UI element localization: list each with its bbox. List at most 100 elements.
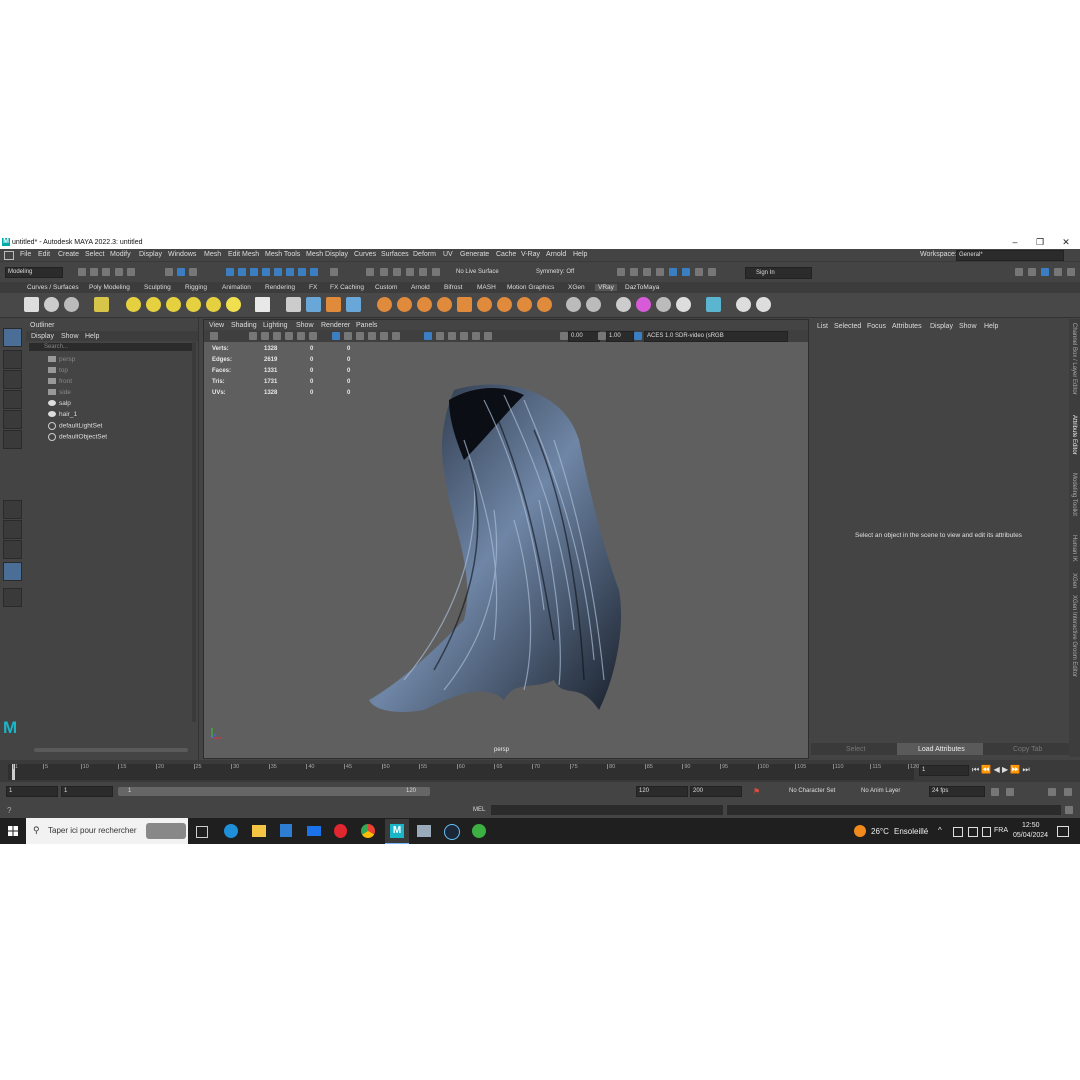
outliner-hscrollbar[interactable]: [34, 748, 188, 752]
app-icon[interactable]: [417, 825, 431, 837]
outliner-menu-display[interactable]: Display: [31, 333, 54, 340]
vray-material-icon[interactable]: [377, 297, 392, 312]
notification-icon[interactable]: [1057, 826, 1069, 837]
play-icon[interactable]: [695, 268, 703, 276]
menu-help[interactable]: Help: [573, 251, 587, 258]
menu-curves[interactable]: Curves: [354, 251, 376, 258]
menu-generate[interactable]: Generate: [460, 251, 489, 258]
clock-date[interactable]: 05/04/2024: [1013, 832, 1048, 839]
attr-menu-selected[interactable]: Selected: [834, 323, 861, 330]
magnet-icon[interactable]: [380, 268, 388, 276]
copy-tab-button[interactable]: Copy Tab: [983, 743, 1069, 755]
displacement-icon[interactable]: [477, 297, 492, 312]
film-gate-icon[interactable]: [297, 332, 305, 340]
render-icon[interactable]: [617, 268, 625, 276]
menu-deform[interactable]: Deform: [413, 251, 436, 258]
help-icon[interactable]: ?: [7, 806, 11, 815]
proxy-icon[interactable]: [286, 297, 301, 312]
anim-prefs-icon[interactable]: [1064, 788, 1072, 796]
outliner-item[interactable]: side: [48, 389, 71, 396]
steam-icon[interactable]: [444, 824, 460, 840]
refresh-icon[interactable]: [1048, 788, 1056, 796]
plant-icon[interactable]: [417, 297, 432, 312]
render-view-icon[interactable]: [682, 268, 690, 276]
menu-surfaces[interactable]: Surfaces: [381, 251, 409, 258]
side-tab-xgen-groom[interactable]: XGen Interactive Groom Editor: [1071, 595, 1077, 677]
settings-icon[interactable]: [1067, 268, 1075, 276]
layout-icon[interactable]: [1028, 268, 1036, 276]
workspace-dropdown[interactable]: General*: [956, 250, 1064, 261]
layout-icon[interactable]: [1015, 268, 1023, 276]
depth-of-field-icon[interactable]: [484, 332, 492, 340]
attr-menu-list[interactable]: List: [817, 323, 828, 330]
xray-icon[interactable]: [436, 332, 444, 340]
view-transform-dropdown[interactable]: ACES 1.0 SDR-video (sRGB: [644, 331, 788, 342]
outliner-menu-show[interactable]: Show: [61, 333, 79, 340]
tab-bifrost[interactable]: Bifrost: [444, 284, 462, 291]
lock-icon[interactable]: [330, 268, 338, 276]
ies-light-icon[interactable]: [206, 297, 221, 312]
fps-dropdown[interactable]: 24 fps: [929, 786, 985, 797]
tab-mash[interactable]: MASH: [477, 284, 496, 291]
lights-icon[interactable]: [380, 332, 388, 340]
maya-taskbar-button[interactable]: M: [385, 819, 409, 844]
file-explorer-icon[interactable]: [252, 825, 266, 837]
tab-fx-caching[interactable]: FX Caching: [330, 284, 364, 291]
plane-icon[interactable]: [255, 297, 270, 312]
shadows-icon[interactable]: [392, 332, 400, 340]
outliner-item[interactable]: defaultLightSet: [48, 422, 102, 430]
playback-controls[interactable]: ⏮ ⏪ ◀ ▶ ⏩ ⏭: [972, 765, 1030, 775]
taskbar-search-box[interactable]: ⚲ Taper ici pour rechercher: [26, 818, 188, 844]
lasso-tool-icon[interactable]: [3, 350, 22, 369]
load-attributes-button[interactable]: Load Attributes: [897, 743, 983, 755]
layout-icon[interactable]: [1041, 268, 1049, 276]
material-icon[interactable]: [586, 297, 601, 312]
transfer-icon[interactable]: [706, 297, 721, 312]
viewport-panel[interactable]: View Shading Lighting Show Renderer Pane…: [203, 319, 809, 759]
hair-mesh[interactable]: [364, 380, 634, 720]
tab-curves-surfaces[interactable]: Curves / Surfaces: [27, 284, 79, 291]
side-by-side-icon[interactable]: [3, 540, 22, 559]
chrome-icon[interactable]: [361, 824, 375, 838]
volume-icon[interactable]: [982, 827, 991, 837]
magnet-icon[interactable]: [432, 268, 440, 276]
select-tool-icon[interactable]: [3, 328, 22, 347]
wireframe-icon[interactable]: [332, 332, 340, 340]
tab-vray[interactable]: VRay: [595, 284, 617, 291]
outliner-item[interactable]: top: [48, 367, 68, 374]
viewport-menu-lighting[interactable]: Lighting: [263, 322, 288, 329]
command-input[interactable]: [491, 805, 723, 815]
restore-button[interactable]: ❐: [1029, 236, 1051, 249]
menu-modify[interactable]: Modify: [110, 251, 131, 258]
auto-key-icon[interactable]: ⚑: [753, 787, 760, 796]
render-icon[interactable]: [643, 268, 651, 276]
material-icon[interactable]: [566, 297, 581, 312]
ipr-icon[interactable]: [669, 268, 677, 276]
menu-file[interactable]: File: [20, 251, 31, 258]
bake-icon[interactable]: [616, 297, 631, 312]
weather-sun-icon[interactable]: [854, 825, 866, 837]
tab-fx[interactable]: FX: [309, 284, 317, 291]
viewport-menu-view[interactable]: View: [209, 322, 224, 329]
undo-icon[interactable]: [115, 268, 123, 276]
clipper-icon[interactable]: [497, 297, 512, 312]
side-tab-attribute-editor[interactable]: Attribute Editor: [1071, 415, 1077, 455]
anim-start-field[interactable]: 1: [6, 786, 58, 797]
exposure-field[interactable]: 0.00: [568, 331, 600, 342]
anim-layer-label[interactable]: No Anim Layer: [861, 788, 900, 794]
symmetry-label[interactable]: Symmetry: Off: [536, 269, 574, 275]
tab-arnold[interactable]: Arnold: [411, 284, 430, 291]
save-scene-icon[interactable]: [102, 268, 110, 276]
side-tab-xgen[interactable]: XGen: [1071, 573, 1077, 588]
snap-grid-icon[interactable]: [226, 268, 234, 276]
loop-icon[interactable]: [991, 788, 999, 796]
menu-mesh-display[interactable]: Mesh Display: [306, 251, 348, 258]
menu-display[interactable]: Display: [139, 251, 162, 258]
menu-set-dropdown[interactable]: Modeling: [5, 267, 63, 278]
render-icon[interactable]: [656, 268, 664, 276]
open-scene-icon[interactable]: [90, 268, 98, 276]
select-object-icon[interactable]: [177, 268, 185, 276]
viewport-menu-renderer[interactable]: Renderer: [321, 322, 350, 329]
tab-daztomaya[interactable]: DazToMaya: [625, 284, 659, 291]
gamma-icon[interactable]: [598, 332, 606, 340]
